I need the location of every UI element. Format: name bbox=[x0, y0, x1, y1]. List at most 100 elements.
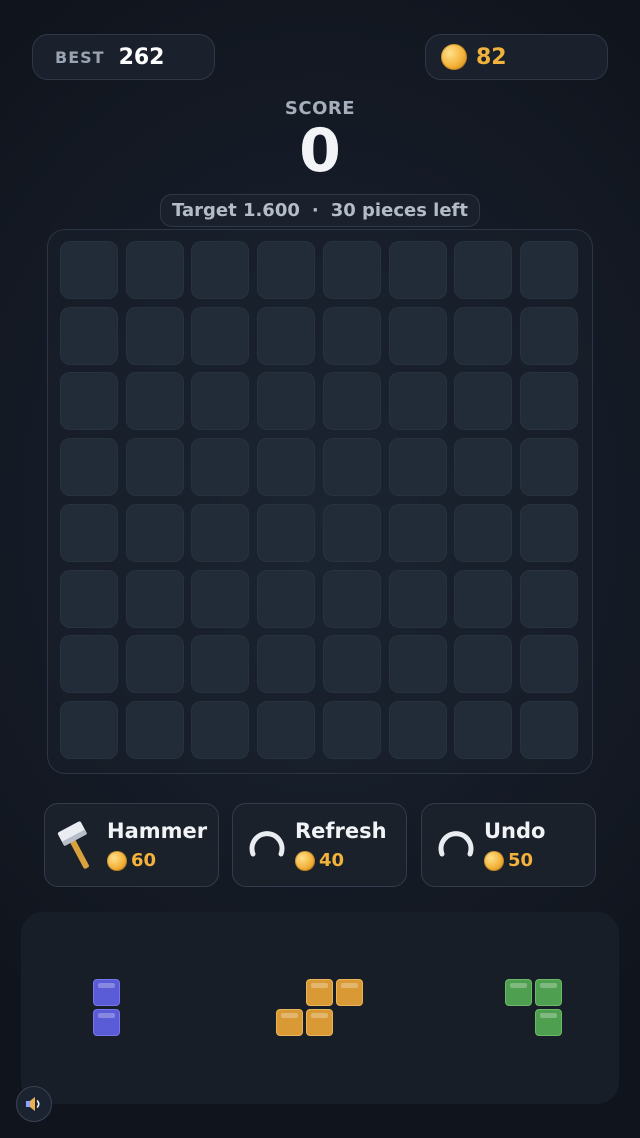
board-cell[interactable] bbox=[125, 372, 184, 431]
piece-block bbox=[505, 979, 532, 1006]
board-cell[interactable] bbox=[191, 635, 250, 694]
undo-cost: 50 bbox=[484, 850, 533, 871]
board-cell[interactable] bbox=[125, 569, 184, 628]
board-cell[interactable] bbox=[322, 503, 381, 562]
board-cell[interactable] bbox=[322, 569, 381, 628]
board-cell[interactable] bbox=[125, 700, 184, 759]
best-label: BEST bbox=[55, 47, 105, 67]
board-cell[interactable] bbox=[60, 372, 118, 431]
board-cell[interactable] bbox=[60, 241, 118, 299]
piece-green[interactable] bbox=[505, 979, 562, 1036]
hammer-button[interactable]: Hammer 60 bbox=[44, 803, 219, 887]
refresh-icon bbox=[249, 831, 285, 857]
board-cell[interactable] bbox=[125, 503, 184, 562]
board-cell[interactable] bbox=[388, 503, 447, 562]
board-cell[interactable] bbox=[519, 569, 578, 628]
best-value: 262 bbox=[118, 44, 165, 70]
board-cell[interactable] bbox=[388, 635, 447, 694]
board-cell[interactable] bbox=[191, 306, 250, 365]
hammer-cost: 60 bbox=[107, 850, 156, 871]
board-cell[interactable] bbox=[322, 635, 381, 694]
board-cell[interactable] bbox=[454, 700, 513, 759]
board-cell[interactable] bbox=[125, 241, 184, 299]
hammer-label: Hammer bbox=[107, 819, 208, 843]
board-cell[interactable] bbox=[519, 241, 578, 299]
piece-block bbox=[93, 1009, 120, 1036]
board-cell[interactable] bbox=[454, 635, 513, 694]
board-cell[interactable] bbox=[519, 438, 578, 497]
board-cell[interactable] bbox=[454, 372, 513, 431]
refresh-cost-value: 40 bbox=[319, 850, 345, 871]
board-cell[interactable] bbox=[388, 372, 447, 431]
board-cell[interactable] bbox=[257, 438, 316, 497]
coin-icon bbox=[484, 850, 504, 871]
board-cell[interactable] bbox=[125, 635, 184, 694]
piece-block bbox=[306, 1009, 333, 1036]
board-cell[interactable] bbox=[191, 503, 250, 562]
board-cell[interactable] bbox=[454, 438, 513, 497]
board-cell[interactable] bbox=[257, 700, 316, 759]
piece-blue[interactable] bbox=[93, 979, 120, 1036]
board-cell[interactable] bbox=[322, 306, 381, 365]
board-cell[interactable] bbox=[257, 569, 316, 628]
board-cell[interactable] bbox=[454, 241, 513, 299]
game-board[interactable] bbox=[47, 229, 593, 774]
board-cell[interactable] bbox=[322, 372, 381, 431]
board-cell[interactable] bbox=[257, 306, 316, 365]
board-cell[interactable] bbox=[257, 635, 316, 694]
board-cell[interactable] bbox=[322, 700, 381, 759]
board-cell[interactable] bbox=[191, 569, 250, 628]
board-cell[interactable] bbox=[257, 372, 316, 431]
board-cell[interactable] bbox=[519, 700, 578, 759]
speaker-icon bbox=[26, 1097, 40, 1111]
board-cell[interactable] bbox=[322, 438, 381, 497]
pieces-left-text: 30 pieces left bbox=[330, 200, 468, 221]
board-cell[interactable] bbox=[257, 503, 316, 562]
coin-icon bbox=[107, 850, 127, 871]
board-cell[interactable] bbox=[60, 700, 118, 759]
board-cell[interactable] bbox=[388, 438, 447, 497]
piece-block bbox=[276, 1009, 303, 1036]
board-cell[interactable] bbox=[519, 306, 578, 365]
board-cell[interactable] bbox=[60, 569, 118, 628]
board-cell[interactable] bbox=[388, 306, 447, 365]
board-cell[interactable] bbox=[454, 503, 513, 562]
board-cell[interactable] bbox=[60, 438, 118, 497]
board-cell[interactable] bbox=[191, 241, 250, 299]
target-text: Target 1.600 bbox=[172, 200, 300, 221]
piece-block bbox=[93, 979, 120, 1006]
board-cell[interactable] bbox=[519, 503, 578, 562]
board-cell[interactable] bbox=[125, 438, 184, 497]
board-cell[interactable] bbox=[519, 372, 578, 431]
refresh-cost: 40 bbox=[295, 850, 344, 871]
piece-block bbox=[306, 979, 333, 1006]
board-cell[interactable] bbox=[60, 635, 118, 694]
board-cell[interactable] bbox=[125, 306, 184, 365]
board-cell[interactable] bbox=[322, 241, 381, 299]
board-cell[interactable] bbox=[454, 569, 513, 628]
board-cell[interactable] bbox=[60, 503, 118, 562]
board-cell[interactable] bbox=[191, 438, 250, 497]
sound-toggle-button[interactable] bbox=[16, 1086, 52, 1122]
piece-tray bbox=[21, 912, 619, 1104]
board-cell[interactable] bbox=[519, 635, 578, 694]
coin-balance: 82 bbox=[476, 44, 507, 70]
board-cell[interactable] bbox=[191, 372, 250, 431]
piece-orange[interactable] bbox=[276, 979, 363, 1036]
board-cell[interactable] bbox=[454, 306, 513, 365]
refresh-label: Refresh bbox=[295, 819, 387, 843]
target-info-pill: Target 1.600 · 30 pieces left bbox=[160, 194, 480, 227]
refresh-button[interactable]: Refresh 40 bbox=[232, 803, 407, 887]
board-cell[interactable] bbox=[388, 569, 447, 628]
undo-icon bbox=[438, 831, 474, 857]
coin-icon bbox=[441, 44, 467, 70]
board-cell[interactable] bbox=[60, 306, 118, 365]
board-cell[interactable] bbox=[388, 700, 447, 759]
board-cell[interactable] bbox=[191, 700, 250, 759]
board-cell[interactable] bbox=[257, 241, 316, 299]
undo-button[interactable]: Undo 50 bbox=[421, 803, 596, 887]
coin-balance-pill[interactable]: 82 bbox=[425, 34, 608, 80]
board-cell[interactable] bbox=[388, 241, 447, 299]
undo-cost-value: 50 bbox=[508, 850, 534, 871]
coin-icon bbox=[295, 850, 315, 871]
